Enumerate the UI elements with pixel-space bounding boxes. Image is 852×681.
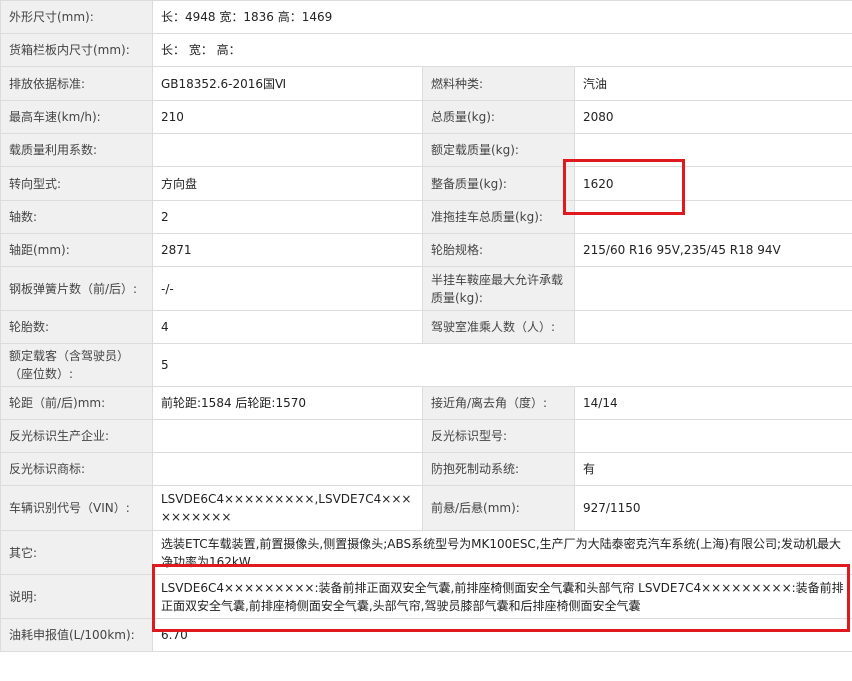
spec-value: 长： 宽： 高： bbox=[152, 33, 852, 67]
spec-label: 钢板弹簧片数（前/后）: bbox=[0, 266, 153, 311]
spec-value: 前轮距:1584 后轮距:1570 bbox=[152, 386, 423, 420]
spec-value: 有 bbox=[574, 452, 852, 486]
table-row: 钢板弹簧片数（前/后）: -/- 半挂车鞍座最大允许承载质量(kg): bbox=[0, 266, 852, 311]
spec-value bbox=[574, 310, 852, 344]
spec-value: 215/60 R16 95V,235/45 R18 94V bbox=[574, 233, 852, 267]
table-row: 外形尺寸(mm): 长：4948 宽：1836 高：1469 bbox=[0, 0, 852, 34]
table-row: 轴数: 2 准拖挂车总质量(kg): bbox=[0, 200, 852, 234]
spec-label: 外形尺寸(mm): bbox=[0, 0, 153, 34]
table-row: 最高车速(km/h): 210 总质量(kg): 2080 bbox=[0, 100, 852, 134]
table-row: 轮距（前/后)mm: 前轮距:1584 后轮距:1570 接近角/离去角（度）:… bbox=[0, 386, 852, 420]
table-row: 轮胎数: 4 驾驶室准乘人数（人）: bbox=[0, 310, 852, 344]
spec-table: 外形尺寸(mm): 长：4948 宽：1836 高：1469 货箱栏板内尺寸(m… bbox=[0, 0, 852, 652]
spec-label: 轮距（前/后)mm: bbox=[0, 386, 153, 420]
spec-label: 最高车速(km/h): bbox=[0, 100, 153, 134]
spec-label: 轴距(mm): bbox=[0, 233, 153, 267]
spec-value: 5 bbox=[152, 343, 852, 387]
spec-label: 整备质量(kg): bbox=[422, 166, 575, 201]
spec-label: 其它: bbox=[0, 530, 153, 575]
spec-label: 油耗申报值(L/100km): bbox=[0, 618, 153, 652]
spec-label: 载质量利用系数: bbox=[0, 133, 153, 167]
spec-label: 反光标识型号: bbox=[422, 419, 575, 453]
spec-label: 反光标识商标: bbox=[0, 452, 153, 486]
spec-value: LSVDE6C4×××××××××,LSVDE7C4×××××××××× bbox=[152, 485, 423, 531]
spec-label: 排放依据标准: bbox=[0, 66, 153, 101]
table-row: 排放依据标准: GB18352.6-2016国Ⅵ 燃料种类: 汽油 bbox=[0, 66, 852, 101]
spec-value: 927/1150 bbox=[574, 485, 852, 531]
vehicle-spec-sheet: 外形尺寸(mm): 长：4948 宽：1836 高：1469 货箱栏板内尺寸(m… bbox=[0, 0, 852, 681]
spec-value: -/- bbox=[152, 266, 423, 311]
spec-label: 轴数: bbox=[0, 200, 153, 234]
table-row: 车辆识别代号（VIN）: LSVDE6C4×××××××××,LSVDE7C4×… bbox=[0, 485, 852, 531]
table-row: 货箱栏板内尺寸(mm): 长： 宽： 高： bbox=[0, 33, 852, 67]
spec-value: 2 bbox=[152, 200, 423, 234]
highlight-box-curb-weight bbox=[563, 159, 685, 215]
spec-value bbox=[152, 133, 423, 167]
spec-value bbox=[152, 452, 423, 486]
spec-label: 驾驶室准乘人数（人）: bbox=[422, 310, 575, 344]
table-row: 转向型式: 方向盘 整备质量(kg): 1620 bbox=[0, 166, 852, 201]
spec-label: 轮胎规格: bbox=[422, 233, 575, 267]
spec-value bbox=[574, 266, 852, 311]
spec-value bbox=[574, 419, 852, 453]
table-row: 轴距(mm): 2871 轮胎规格: 215/60 R16 95V,235/45… bbox=[0, 233, 852, 267]
spec-value: 14/14 bbox=[574, 386, 852, 420]
spec-label: 货箱栏板内尺寸(mm): bbox=[0, 33, 153, 67]
spec-value: 2080 bbox=[574, 100, 852, 134]
spec-value: GB18352.6-2016国Ⅵ bbox=[152, 66, 423, 101]
spec-label: 额定载质量(kg): bbox=[422, 133, 575, 167]
spec-label: 接近角/离去角（度）: bbox=[422, 386, 575, 420]
spec-label: 额定载客（含驾驶员）（座位数）: bbox=[0, 343, 153, 387]
table-row: 额定载客（含驾驶员）（座位数）: 5 bbox=[0, 343, 852, 387]
table-row: 载质量利用系数: 额定载质量(kg): bbox=[0, 133, 852, 167]
table-row: 反光标识生产企业: 反光标识型号: bbox=[0, 419, 852, 453]
spec-value: 210 bbox=[152, 100, 423, 134]
spec-value: 2871 bbox=[152, 233, 423, 267]
spec-value: 4 bbox=[152, 310, 423, 344]
spec-label: 准拖挂车总质量(kg): bbox=[422, 200, 575, 234]
spec-label: 轮胎数: bbox=[0, 310, 153, 344]
spec-label: 前悬/后悬(mm): bbox=[422, 485, 575, 531]
spec-label: 总质量(kg): bbox=[422, 100, 575, 134]
spec-label: 半挂车鞍座最大允许承载质量(kg): bbox=[422, 266, 575, 311]
spec-value: 汽油 bbox=[574, 66, 852, 101]
spec-label: 防抱死制动系统: bbox=[422, 452, 575, 486]
spec-value bbox=[152, 419, 423, 453]
spec-value: 方向盘 bbox=[152, 166, 423, 201]
spec-value: 长：4948 宽：1836 高：1469 bbox=[152, 0, 852, 34]
spec-label: 转向型式: bbox=[0, 166, 153, 201]
spec-label: 反光标识生产企业: bbox=[0, 419, 153, 453]
spec-label: 车辆识别代号（VIN）: bbox=[0, 485, 153, 531]
table-row: 反光标识商标: 防抱死制动系统: 有 bbox=[0, 452, 852, 486]
highlight-box-description bbox=[152, 564, 850, 632]
spec-label: 燃料种类: bbox=[422, 66, 575, 101]
spec-label: 说明: bbox=[0, 574, 153, 619]
